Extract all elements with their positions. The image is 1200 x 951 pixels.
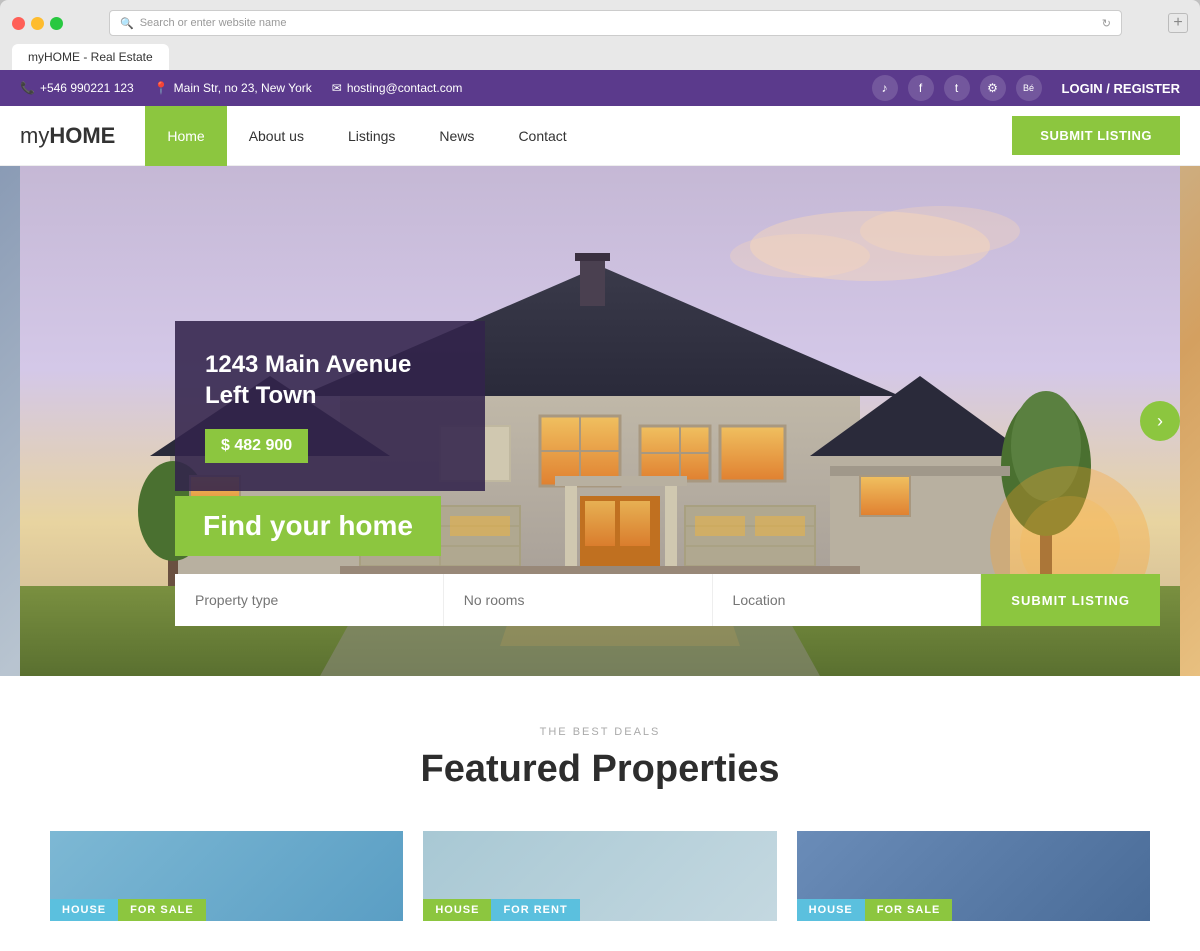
card-badges-1: HOUSE FOR SALE — [50, 899, 206, 921]
search-bar: SUBMIT LISTING — [175, 574, 1160, 626]
find-home-text: Find your home — [203, 510, 413, 542]
property-card-3[interactable]: HOUSE FOR SALE — [797, 831, 1150, 921]
email-text: hosting@contact.com — [347, 81, 463, 95]
property-price: $ 482 900 — [205, 429, 308, 463]
website-content: 📞 +546 990221 123 📍 Main Str, no 23, New… — [0, 70, 1200, 951]
email-item: ✉ hosting@contact.com — [332, 81, 463, 95]
email-icon: ✉ — [332, 81, 342, 95]
property-cards-row: HOUSE FOR SALE HOUSE FOR RENT — [0, 831, 1200, 921]
phone-item: 📞 +546 990221 123 — [20, 81, 134, 95]
card-status-badge-2: FOR RENT — [491, 899, 579, 921]
minimize-button[interactable] — [31, 17, 44, 30]
nav-submit-listing-button[interactable]: SUBMIT LISTING — [1012, 116, 1180, 155]
facebook-social-button[interactable]: f — [908, 75, 934, 101]
card-image-2: HOUSE FOR RENT — [423, 831, 776, 921]
nav-home[interactable]: Home — [145, 106, 226, 166]
card-status-badge-3: FOR SALE — [865, 899, 953, 921]
phone-icon: 📞 — [20, 81, 35, 95]
card-image-1: HOUSE FOR SALE — [50, 831, 403, 921]
logo-prefix: my — [20, 123, 49, 148]
property-address: 1243 Main Avenue Left Town — [205, 349, 455, 411]
location-input[interactable] — [713, 574, 982, 626]
card-badges-2: HOUSE FOR RENT — [423, 899, 579, 921]
property-card-1[interactable]: HOUSE FOR SALE — [50, 831, 403, 921]
new-tab-button[interactable]: + — [1168, 13, 1188, 33]
nav-about[interactable]: About us — [227, 106, 326, 166]
address-text: Search or enter website name — [140, 17, 287, 29]
card-status-badge-1: FOR SALE — [118, 899, 206, 921]
featured-section: THE BEST DEALS Featured Properties HOUSE… — [0, 676, 1200, 951]
card-image-3: HOUSE FOR SALE — [797, 831, 1150, 921]
card-type-badge-1: HOUSE — [50, 899, 118, 921]
browser-chrome: 🔍 Search or enter website name ↻ + myHOM… — [0, 0, 1200, 70]
browser-tab[interactable]: myHOME - Real Estate — [12, 44, 169, 70]
behance-social-button[interactable]: Bé — [1016, 75, 1042, 101]
address-bar[interactable]: 🔍 Search or enter website name ↻ — [109, 10, 1122, 36]
login-register-link[interactable]: LOGIN / REGISTER — [1062, 81, 1180, 96]
nav-links: Home About us Listings News Contact — [145, 106, 1012, 166]
phone-number: +546 990221 123 — [40, 81, 134, 95]
card-type-badge-2: HOUSE — [423, 899, 491, 921]
refresh-icon[interactable]: ↻ — [1102, 17, 1111, 30]
nav-listings[interactable]: Listings — [326, 106, 417, 166]
browser-tabs: myHOME - Real Estate — [0, 44, 1200, 70]
hero-section: 5991 — [0, 166, 1200, 676]
location-icon: 📍 — [154, 81, 169, 95]
hero-next-arrow[interactable]: › — [1140, 401, 1180, 441]
spotify-social-button[interactable]: ♪ — [872, 75, 898, 101]
address-item: 📍 Main Str, no 23, New York — [154, 81, 312, 95]
property-card-2[interactable]: HOUSE FOR RENT — [423, 831, 776, 921]
address-text: Main Str, no 23, New York — [174, 81, 312, 95]
featured-subtitle: THE BEST DEALS — [40, 726, 1160, 738]
card-badges-3: HOUSE FOR SALE — [797, 899, 953, 921]
search-submit-button[interactable]: SUBMIT LISTING — [981, 574, 1160, 626]
nav-contact[interactable]: Contact — [496, 106, 588, 166]
top-bar-right: ♪ f t ⚙ Bé LOGIN / REGISTER — [872, 75, 1180, 101]
featured-title: Featured Properties — [40, 748, 1160, 791]
site-logo: myHOME — [20, 123, 115, 149]
property-info-box: 1243 Main Avenue Left Town $ 482 900 — [175, 321, 485, 491]
search-icon: 🔍 — [120, 17, 134, 30]
top-bar-left: 📞 +546 990221 123 📍 Main Str, no 23, New… — [20, 81, 462, 95]
card-type-badge-3: HOUSE — [797, 899, 865, 921]
close-button[interactable] — [12, 17, 25, 30]
maximize-button[interactable] — [50, 17, 63, 30]
main-navigation: myHOME Home About us Listings News Conta… — [0, 106, 1200, 166]
no-rooms-input[interactable] — [444, 574, 713, 626]
nav-news[interactable]: News — [417, 106, 496, 166]
browser-titlebar: 🔍 Search or enter website name ↻ + — [0, 10, 1200, 44]
property-type-input[interactable] — [175, 574, 444, 626]
logo-suffix: HOME — [49, 123, 115, 148]
settings-social-button[interactable]: ⚙ — [980, 75, 1006, 101]
twitter-social-button[interactable]: t — [944, 75, 970, 101]
find-home-banner: Find your home — [175, 496, 441, 556]
top-bar: 📞 +546 990221 123 📍 Main Str, no 23, New… — [0, 70, 1200, 106]
